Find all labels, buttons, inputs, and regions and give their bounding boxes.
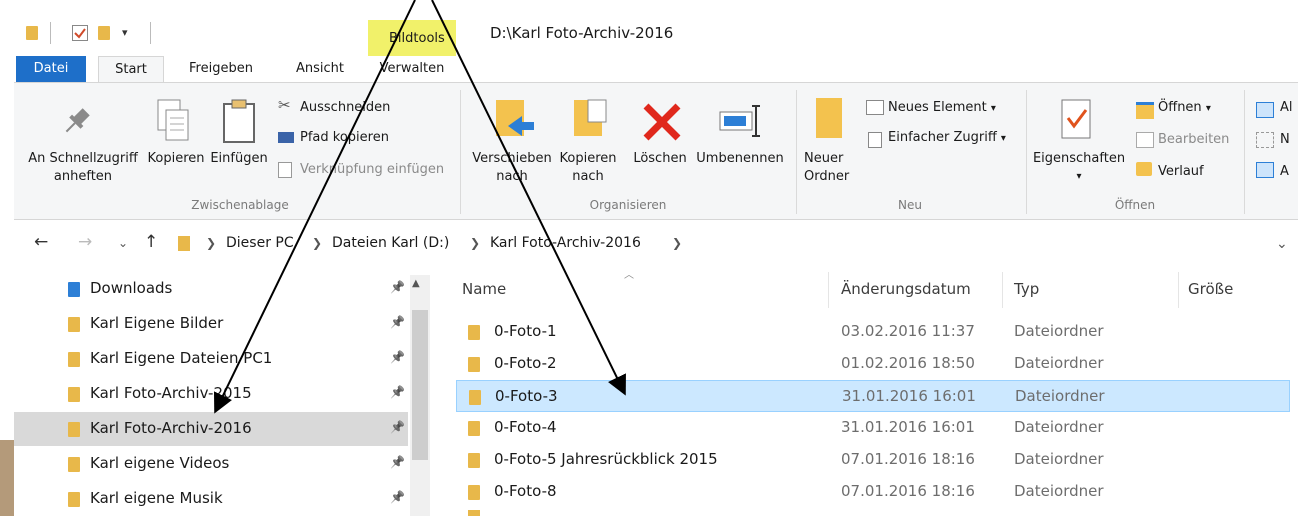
annotation-arrow-right — [431, 0, 626, 396]
annotation-arrow-left — [213, 0, 416, 414]
annotation-arrows — [213, 0, 626, 414]
